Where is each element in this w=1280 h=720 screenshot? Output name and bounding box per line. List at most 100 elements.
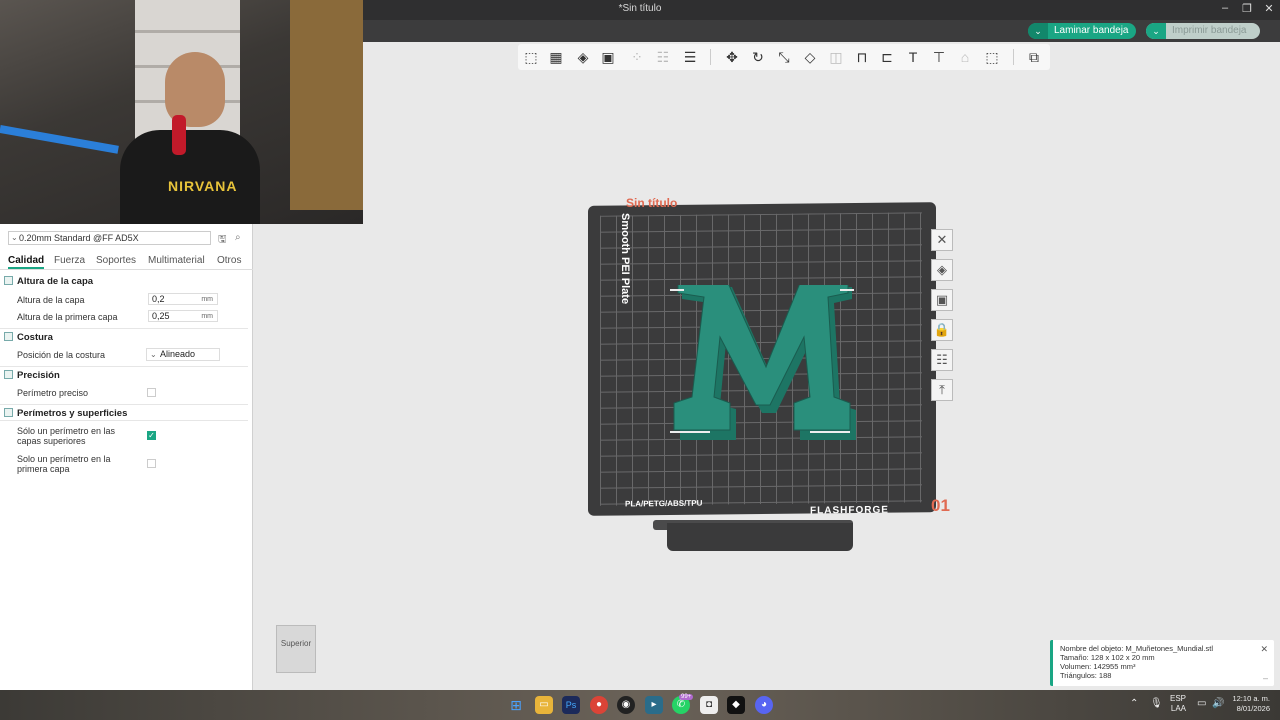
tab-otros[interactable]: Otros bbox=[217, 255, 241, 266]
rotate-icon[interactable]: ↻ bbox=[749, 49, 767, 66]
seam-icon bbox=[4, 332, 13, 341]
object-name: Nombre del objeto: M_Muñetones_Mundial.s… bbox=[1060, 644, 1213, 653]
layer-height-input[interactable]: 0,2 mm bbox=[148, 293, 218, 305]
one-wall-top-checkbox[interactable]: ✓ bbox=[147, 431, 156, 440]
support-paint-icon[interactable]: ⊓ bbox=[853, 49, 871, 66]
move-to-top-icon[interactable]: ⤒ bbox=[931, 379, 953, 401]
one-wall-first-checkbox[interactable] bbox=[147, 459, 156, 468]
layers-icon bbox=[4, 276, 13, 285]
obs-icon[interactable]: ◉ bbox=[617, 696, 635, 714]
lay-on-face-icon[interactable]: ◇ bbox=[801, 49, 819, 66]
shirt-text: NIRVANA bbox=[168, 178, 238, 194]
restore-icon[interactable]: ❐ bbox=[1236, 2, 1258, 15]
measure-icon[interactable]: ⊤ bbox=[930, 49, 948, 66]
layers-view-icon[interactable]: ☰ bbox=[681, 49, 699, 66]
plate-number: 01 bbox=[931, 496, 950, 515]
save-icon[interactable]: 🖫 bbox=[218, 232, 227, 249]
whatsapp-badge: 99+ bbox=[679, 694, 694, 700]
scale-icon[interactable]: ⤡ bbox=[775, 49, 793, 66]
cut-icon[interactable]: ◫ bbox=[827, 49, 845, 66]
plate-name[interactable]: Sin título bbox=[626, 196, 677, 210]
split-objects-icon[interactable]: ⁘ bbox=[628, 49, 646, 66]
first-layer-height-input[interactable]: 0,25 mm bbox=[148, 310, 218, 322]
tab-calidad[interactable]: Calidad bbox=[8, 255, 45, 269]
windows-start-icon[interactable]: ⊞ bbox=[507, 696, 525, 714]
auto-orient-icon[interactable]: ◈ bbox=[574, 49, 592, 66]
close-icon[interactable]: ✕ bbox=[1258, 2, 1280, 15]
network-icon[interactable]: ▭ bbox=[1197, 699, 1206, 709]
webcam-overlay: NIRVANA bbox=[0, 0, 363, 224]
add-plate-icon[interactable]: ▦ bbox=[547, 49, 565, 66]
section-walls: Perímetros y superficies bbox=[4, 408, 127, 419]
led-light bbox=[0, 125, 119, 154]
chevron-down-icon[interactable]: ⌄ bbox=[1028, 23, 1048, 39]
plate-material-text: PLA/PETG/ABS/TPU bbox=[625, 498, 703, 509]
file-explorer-icon[interactable]: ▭ bbox=[535, 696, 553, 714]
model-m[interactable] bbox=[670, 285, 870, 445]
volume-icon[interactable]: 🔊 bbox=[1212, 699, 1224, 709]
mic-icon[interactable]: 🎙 bbox=[1150, 699, 1163, 709]
seam-position-label: Posición de la costura bbox=[17, 350, 106, 360]
orient-plate-icon[interactable]: ◈ bbox=[931, 259, 953, 281]
minimize-icon[interactable]: – bbox=[1214, 2, 1236, 14]
object-info-panel: Nombre del objeto: M_Muñetones_Mundial.s… bbox=[1050, 640, 1274, 686]
arrange-plate-icon[interactable]: ▣ bbox=[931, 289, 953, 311]
slice-plate-label: Laminar bandeja bbox=[1054, 25, 1129, 36]
precision-icon bbox=[4, 370, 13, 379]
process-preset-select[interactable]: ⌄ 0.20mm Standard @FF AD5X bbox=[8, 231, 211, 245]
print-plate-button[interactable]: ⌄ Imprimir bandeja bbox=[1146, 23, 1260, 39]
object-volume: Volumen: 142955 mm³ bbox=[1060, 662, 1136, 671]
discord-icon[interactable]: ◕ bbox=[755, 696, 773, 714]
chevron-down-icon[interactable]: ⌄ bbox=[1146, 23, 1166, 39]
preset-label: 0.20mm Standard @FF AD5X bbox=[19, 233, 139, 243]
slice-plate-button[interactable]: ⌄ Laminar bandeja bbox=[1028, 23, 1136, 39]
chevron-down-icon: ⌄ bbox=[11, 233, 18, 242]
chevron-down-icon: ⌄ bbox=[150, 350, 157, 359]
app-icon-2[interactable]: ◘ bbox=[700, 696, 718, 714]
add-object-icon[interactable]: ⬚ bbox=[522, 49, 540, 66]
streamer: NIRVANA bbox=[120, 40, 260, 224]
tab-multimaterial[interactable]: Multimaterial bbox=[148, 255, 205, 266]
photoshop-icon[interactable]: Ps bbox=[562, 696, 580, 714]
capcut-icon[interactable]: ◆ bbox=[727, 696, 745, 714]
assembly-icon[interactable]: ⌂ bbox=[956, 49, 974, 66]
app-icon[interactable]: ▸ bbox=[645, 696, 663, 714]
build-plate[interactable]: PLA/PETG/ABS/TPU FLASHFORGE Sin título S… bbox=[585, 196, 953, 560]
walls-icon bbox=[4, 408, 13, 417]
split-parts-icon[interactable]: ☷ bbox=[654, 49, 672, 66]
tab-soportes[interactable]: Soportes bbox=[96, 255, 136, 266]
one-wall-top-label: Sólo un perímetro en las capas superiore… bbox=[17, 426, 116, 446]
boolean-icon[interactable]: ⬚ bbox=[983, 49, 1001, 66]
brand-logo: FLASHFORGE bbox=[810, 504, 889, 517]
remove-plate-icon[interactable]: ✕ bbox=[931, 229, 953, 251]
door bbox=[290, 0, 363, 210]
multi-plate-icon[interactable]: ⧉ bbox=[1025, 49, 1043, 66]
search-icon[interactable]: ⌕ bbox=[235, 232, 241, 243]
view-cube[interactable]: Superior bbox=[276, 625, 316, 673]
move-icon[interactable]: ✥ bbox=[723, 49, 741, 66]
seam-position-select[interactable]: ⌄ Alineado bbox=[146, 348, 220, 361]
chevron-up-icon[interactable]: ⌃ bbox=[1130, 699, 1138, 709]
minimize-icon[interactable]: – bbox=[1263, 673, 1268, 683]
lock-plate-icon[interactable]: 🔒 bbox=[931, 319, 953, 341]
viewport-toolbar: ⬚ ▦ ◈ ▣ ⁘ ☷ ☰ ✥ ↻ ⤡ ◇ ◫ ⊓ ⊏ T ⊤ ⌂ ⬚ ⧉ bbox=[518, 44, 1050, 70]
object-size: Tamaño: 128 x 102 x 20 mm bbox=[1060, 653, 1155, 662]
close-icon[interactable]: ✕ bbox=[1260, 644, 1268, 655]
tab-fuerza[interactable]: Fuerza bbox=[54, 255, 85, 266]
section-seam: Costura bbox=[4, 332, 53, 343]
text-tool-icon[interactable]: T bbox=[904, 49, 922, 66]
precise-wall-checkbox[interactable] bbox=[147, 388, 156, 397]
taskbar: ⊞ ▭ Ps ● ◉ ▸ ✆ 99+ ◘ ◆ ◕ ⌃ 🎙 ESP LAA ▭ 🔊… bbox=[0, 690, 1280, 720]
settings-panel: ⌄ 0.20mm Standard @FF AD5X 🖫 ⌕ Calidad F… bbox=[0, 224, 253, 690]
object-triangles: Triángulos: 188 bbox=[1060, 671, 1112, 680]
arrange-icon[interactable]: ▣ bbox=[599, 49, 617, 66]
chrome-icon[interactable]: ● bbox=[590, 696, 608, 714]
print-plate-label: Imprimir bandeja bbox=[1172, 25, 1247, 36]
seam-paint-icon[interactable]: ⊏ bbox=[878, 49, 896, 66]
plate-vertical-text: Smooth PEI Plate bbox=[619, 213, 631, 305]
section-layer-height: Altura de la capa bbox=[4, 276, 93, 287]
plate-settings-icon[interactable]: ☷ bbox=[931, 349, 953, 371]
clock[interactable]: 12:10 a. m. 8/01/2026 bbox=[1228, 694, 1270, 714]
microphone bbox=[172, 115, 186, 155]
language-indicator[interactable]: ESP LAA bbox=[1168, 694, 1186, 714]
